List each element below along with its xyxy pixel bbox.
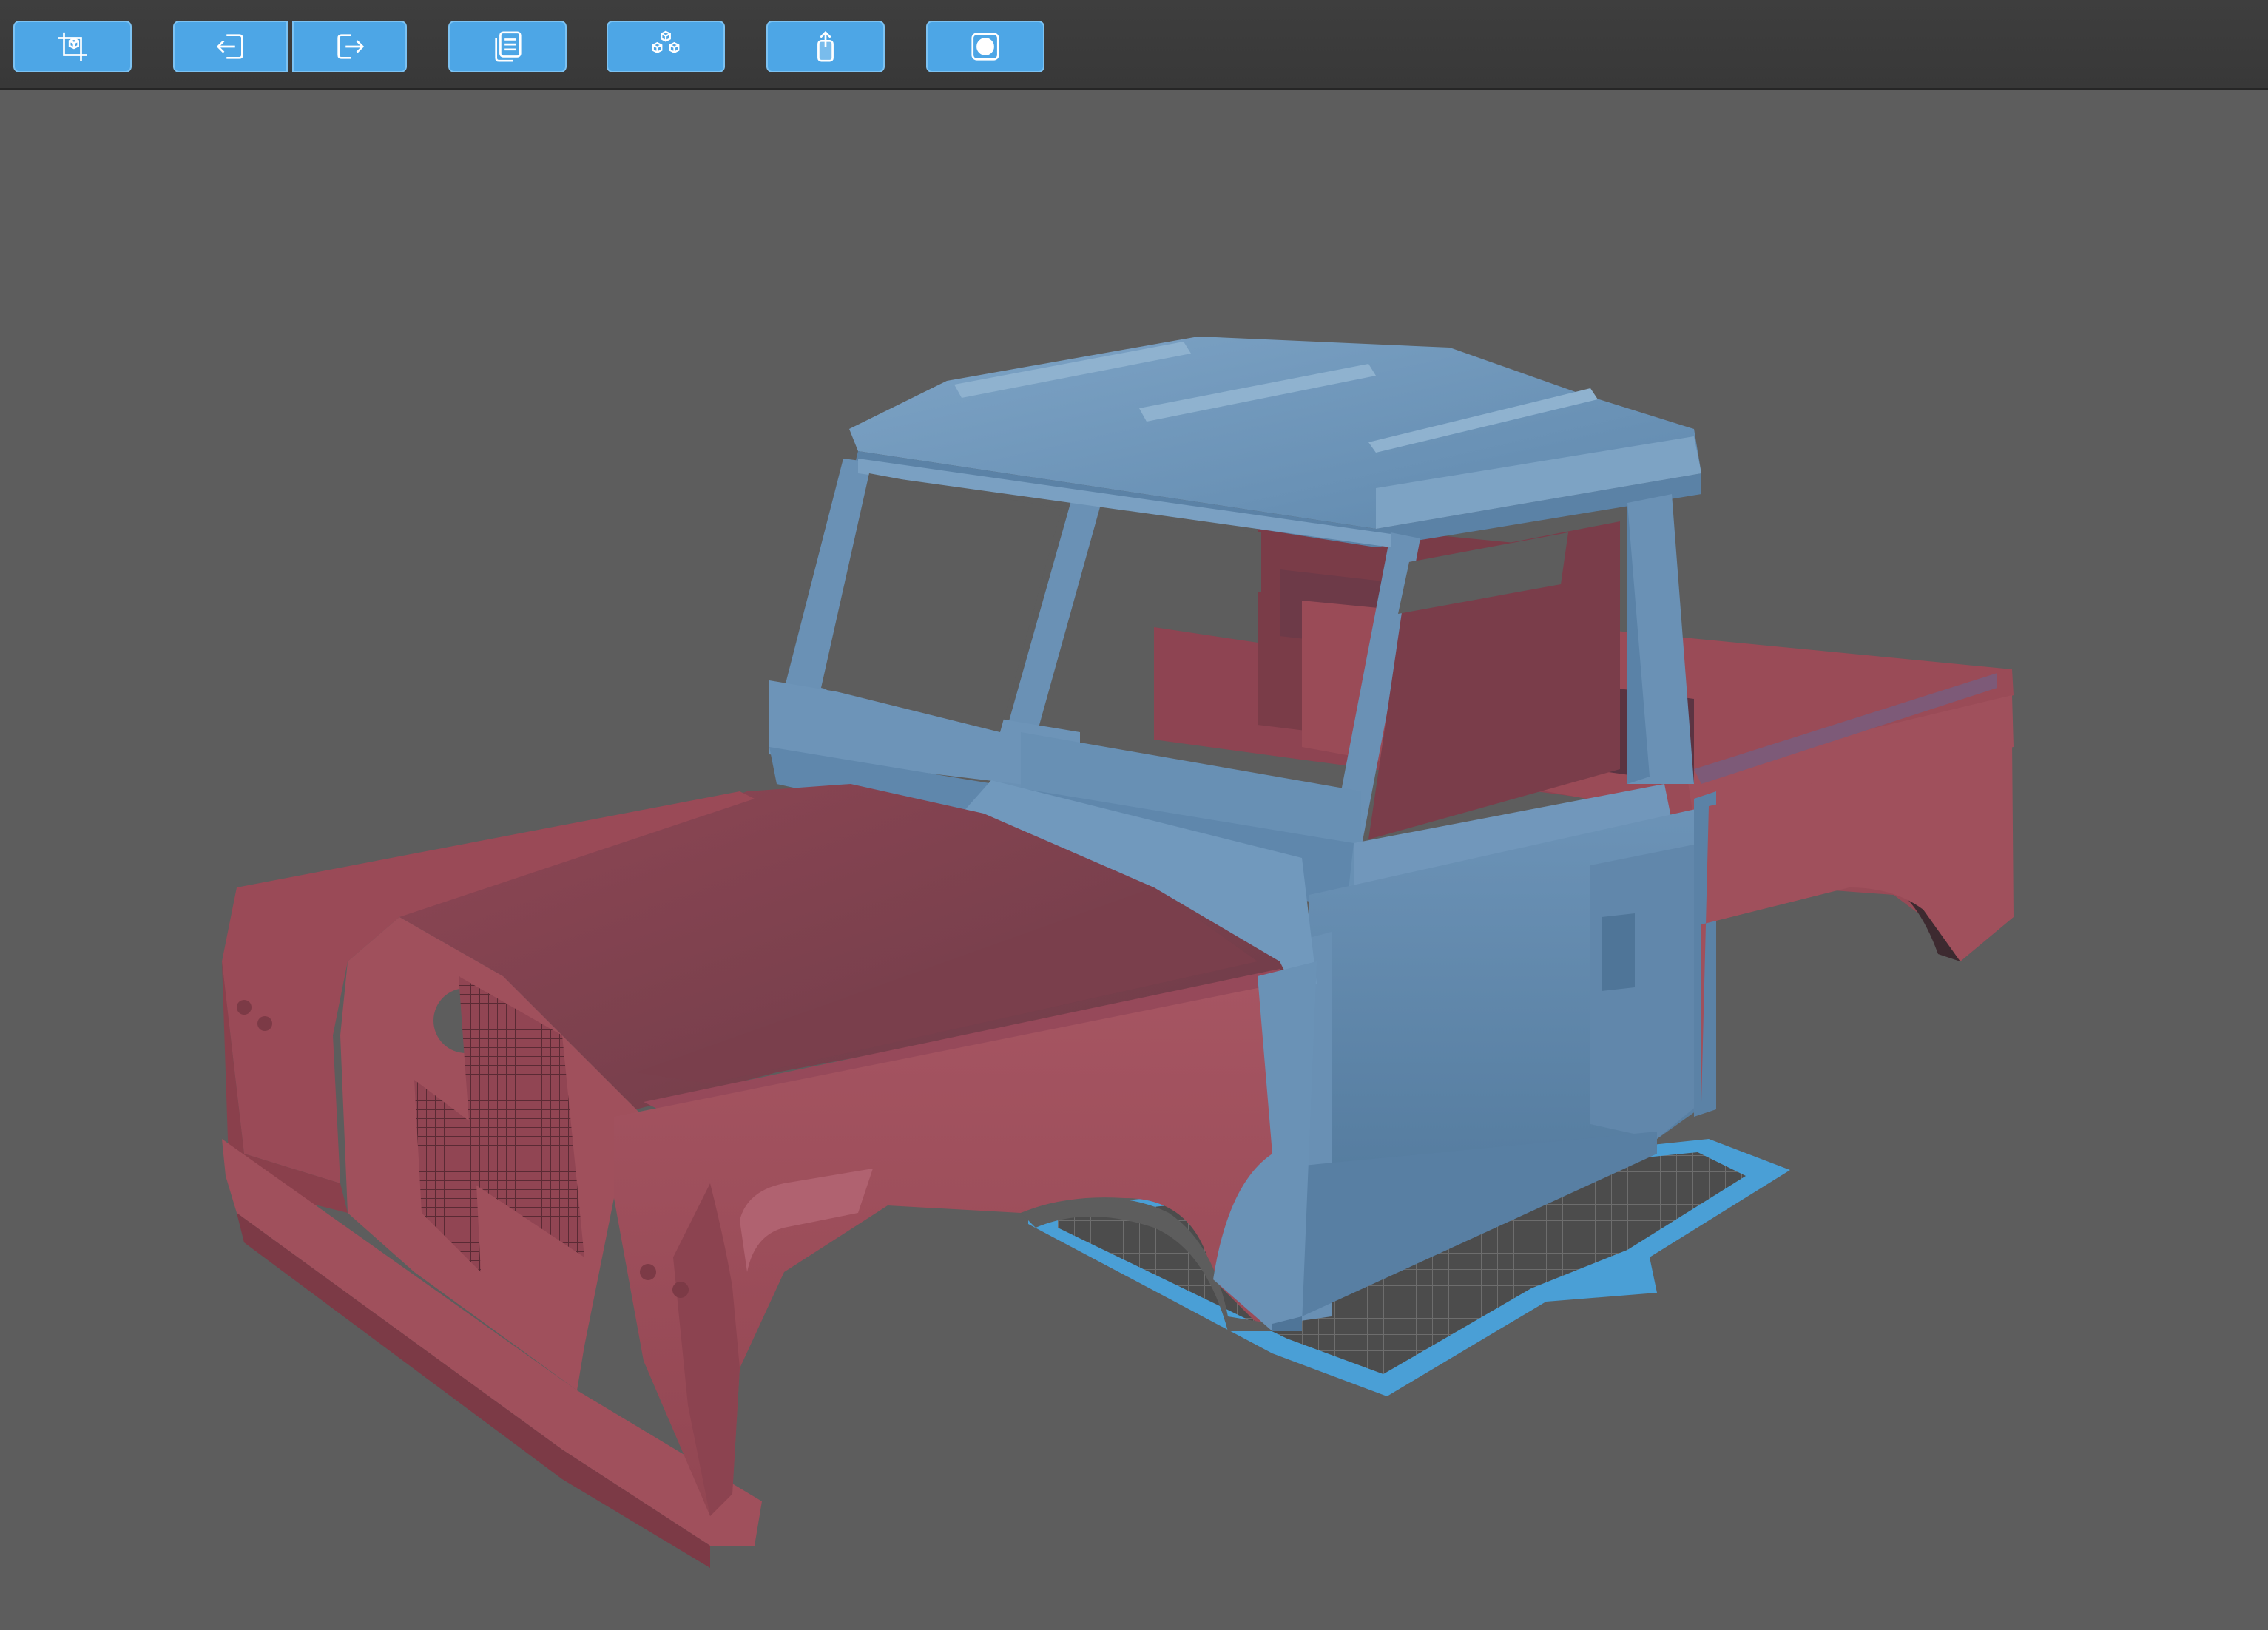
crop-icon [58,32,87,61]
toolbar [0,0,2268,90]
export-button[interactable] [292,21,407,72]
front-body [222,784,1287,1568]
model-scene[interactable] [0,90,2268,1630]
3d-viewport[interactable] [0,90,2268,1630]
parts-icon [652,30,680,53]
crop-button[interactable] [13,21,132,72]
upload-icon [817,30,834,62]
document-icon [495,31,522,62]
record-icon [971,33,999,61]
import-button[interactable] [173,21,288,72]
parts-button[interactable] [607,21,725,72]
upload-button[interactable] [766,21,885,72]
export-icon [337,34,364,59]
document-button[interactable] [448,21,567,72]
record-button[interactable] [926,21,1044,72]
import-icon [216,34,243,59]
app-window [0,0,2268,1630]
